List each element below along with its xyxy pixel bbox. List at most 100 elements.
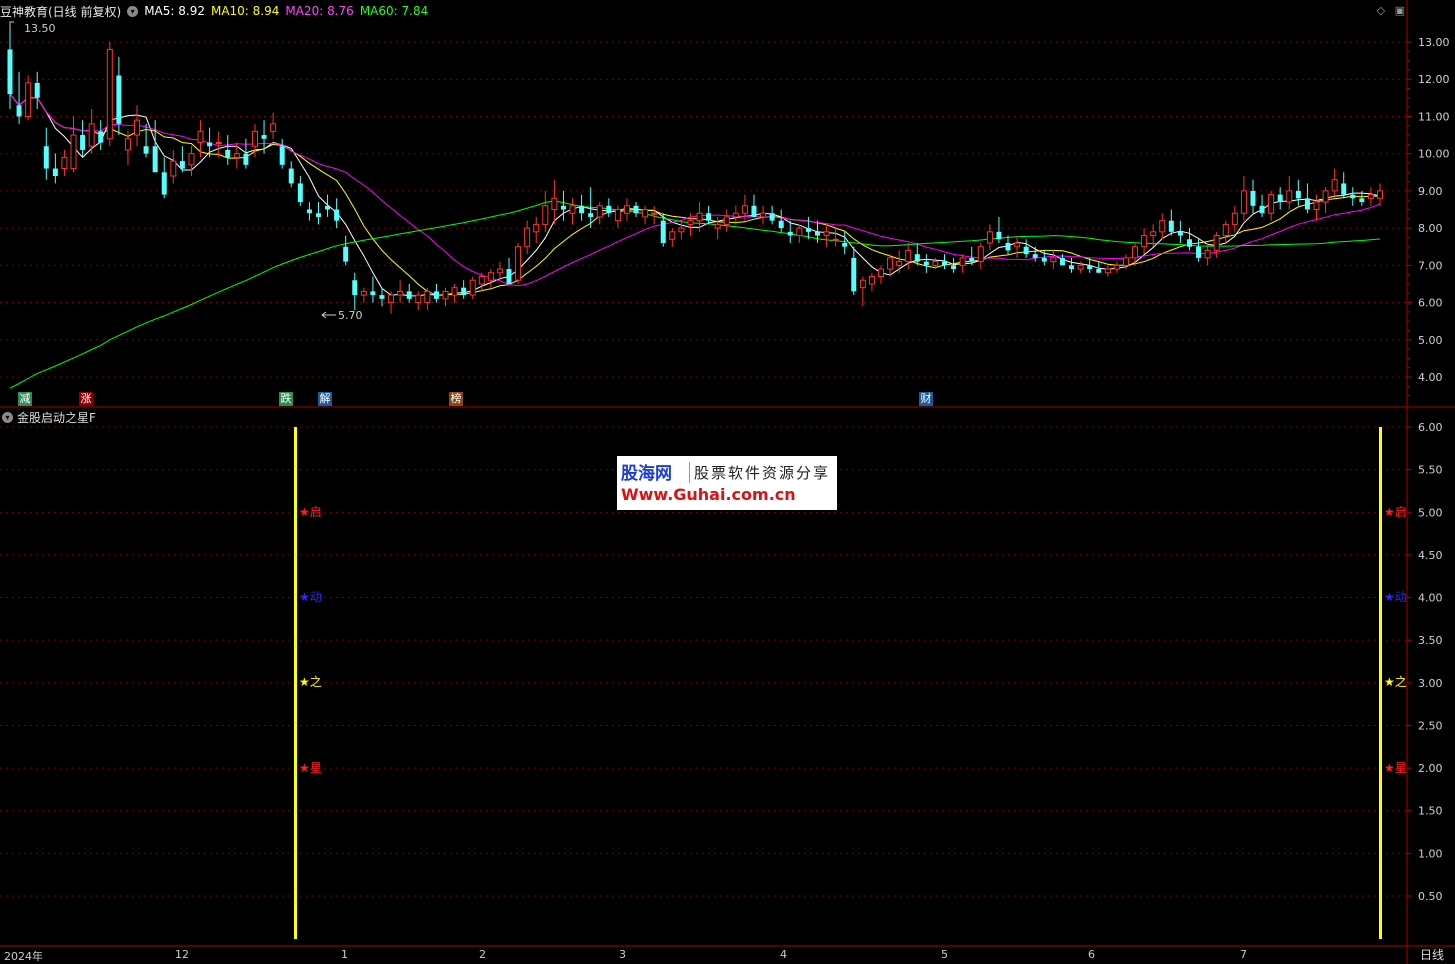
candle-body-up	[469, 279, 476, 296]
indicator-axis-ticks: 6.00 5.50 5.00 4.50 4.00 3.50 3.00 2.50 2.00 1.50…	[1407, 421, 1443, 903]
ma5-line	[9, 93, 1381, 297]
stock-title[interactable]: 豆神教育(日线 前复权)	[0, 3, 121, 20]
indicator-tick-label: 2.00	[1418, 762, 1443, 775]
indicator-tick-label: 0.50	[1418, 890, 1443, 903]
candle-body-down	[1295, 190, 1301, 199]
candle-body-up	[188, 153, 195, 166]
candle-body-up	[1268, 194, 1275, 214]
high-marker: 13.50	[9, 21, 56, 35]
candle-body-down	[143, 146, 149, 154]
candle-body-up	[197, 130, 204, 143]
candlesticks[interactable]	[7, 23, 1383, 314]
candle-body-up	[859, 279, 866, 289]
watermark-slogan: 股票软件资源分享	[689, 462, 830, 483]
candle-body-up	[1231, 212, 1238, 225]
period-label[interactable]: 日线	[1409, 946, 1455, 963]
candle-body-down	[80, 135, 86, 150]
watermark-brand: 股海网	[621, 464, 672, 484]
event-marker-unlock[interactable]: 解	[318, 392, 332, 406]
candle-body-down	[225, 149, 231, 158]
candle-body-up	[551, 197, 558, 210]
maximize-icon[interactable]: ▣	[1395, 4, 1405, 17]
candle-body-up	[1367, 194, 1374, 199]
ma-settings-icon[interactable]: ▾	[127, 5, 139, 17]
candle-body-up	[124, 138, 131, 151]
watermark-banner: 股海网 股票软件资源分享 Www.Guhai.com.cn	[617, 456, 837, 510]
candle-body-down	[306, 209, 312, 214]
event-marker-rank[interactable]: 榜	[449, 392, 463, 406]
ma20-value: MA20: 8.76	[285, 4, 354, 18]
event-marker-limit-down[interactable]: 跌	[279, 392, 293, 406]
candle-body-up	[614, 209, 621, 222]
candle-body-down	[1259, 205, 1265, 214]
price-tick-label: 8.00	[1418, 222, 1443, 235]
indicator-tick-label: 3.00	[1418, 677, 1443, 690]
candle-body-up	[932, 261, 939, 266]
candle-body-down	[406, 291, 412, 299]
candle-body-down	[751, 205, 757, 217]
indicator-settings-icon[interactable]: ▾	[2, 411, 13, 423]
price-tick-label: 6.00	[1418, 297, 1443, 310]
candle-body-up	[1213, 235, 1220, 251]
watermark-url: Www.Guhai.com.cn	[621, 485, 796, 504]
candle-body-up	[1286, 190, 1293, 203]
candle-body-up	[896, 261, 903, 266]
candle-body-up	[977, 246, 984, 263]
candle-body-down	[1069, 265, 1075, 270]
candle-body-up	[424, 290, 431, 304]
candle-body-up	[442, 290, 449, 300]
candle-body-down	[1250, 190, 1256, 206]
candle-body-down	[1359, 198, 1365, 203]
candle-body-up	[88, 123, 95, 147]
star-label-xing-right: ★星	[1384, 761, 1407, 775]
candle-body-down	[279, 146, 285, 165]
candle-body-up	[397, 290, 404, 296]
candle-body-up	[134, 119, 141, 136]
candle-body-up	[70, 134, 77, 170]
candle-body-down	[1041, 257, 1047, 262]
candle-body-up	[959, 257, 966, 266]
candle-body-up	[760, 212, 767, 218]
candle-body-down	[52, 168, 58, 176]
candle-body-down	[942, 261, 948, 266]
price-tick-label: 13.00	[1418, 36, 1450, 49]
candle-body-down	[1023, 246, 1029, 255]
time-label-jul: 7	[1240, 948, 1247, 961]
event-marker-finance[interactable]: 财	[919, 392, 933, 406]
candle-body-up	[723, 216, 730, 225]
window-controls: ◇ ▣	[1371, 4, 1405, 17]
ma20-line	[9, 93, 1381, 287]
star-label-qi-right: ★启	[1384, 505, 1407, 519]
candle-body-up	[1104, 268, 1111, 274]
candle-body-up	[905, 249, 912, 263]
indicator-tick-label: 6.00	[1418, 421, 1443, 434]
indicator-title[interactable]: 金股启动之星F	[17, 409, 96, 426]
ma60-line	[9, 200, 1381, 389]
star-label-zhi-right: ★之	[1384, 675, 1407, 689]
star-label-zhi-left: ★之	[299, 675, 322, 689]
candle-body-up	[496, 268, 503, 274]
indicator-tick-label: 4.50	[1418, 549, 1443, 562]
candle-body-down	[633, 205, 639, 214]
candle-body-down	[207, 142, 213, 147]
event-marker-reduce[interactable]: 减	[18, 392, 32, 406]
candle-body-up	[1322, 190, 1329, 203]
candle-body-down	[805, 228, 811, 232]
candle-body-down	[379, 295, 385, 299]
ma5-value: MA5: 8.92	[144, 4, 205, 18]
candle-body-up	[714, 223, 721, 229]
candle-body-down	[606, 205, 612, 214]
candle-body-down	[706, 213, 712, 221]
price-tick-label: 10.00	[1418, 148, 1450, 161]
candle-body-up	[106, 48, 113, 140]
star-label-xing-left: ★星	[299, 761, 322, 775]
diamond-icon[interactable]: ◇	[1377, 4, 1385, 17]
price-tick-label: 12.00	[1418, 73, 1450, 86]
candle-body-up	[669, 231, 676, 240]
candle-body-up	[596, 205, 603, 218]
candle-body-down	[370, 291, 376, 296]
event-marker-limit-up[interactable]: 涨	[79, 392, 93, 406]
candle-body-down	[297, 183, 303, 203]
candle-body-up	[1050, 257, 1057, 263]
indicator-tick-label: 5.50	[1418, 464, 1443, 477]
